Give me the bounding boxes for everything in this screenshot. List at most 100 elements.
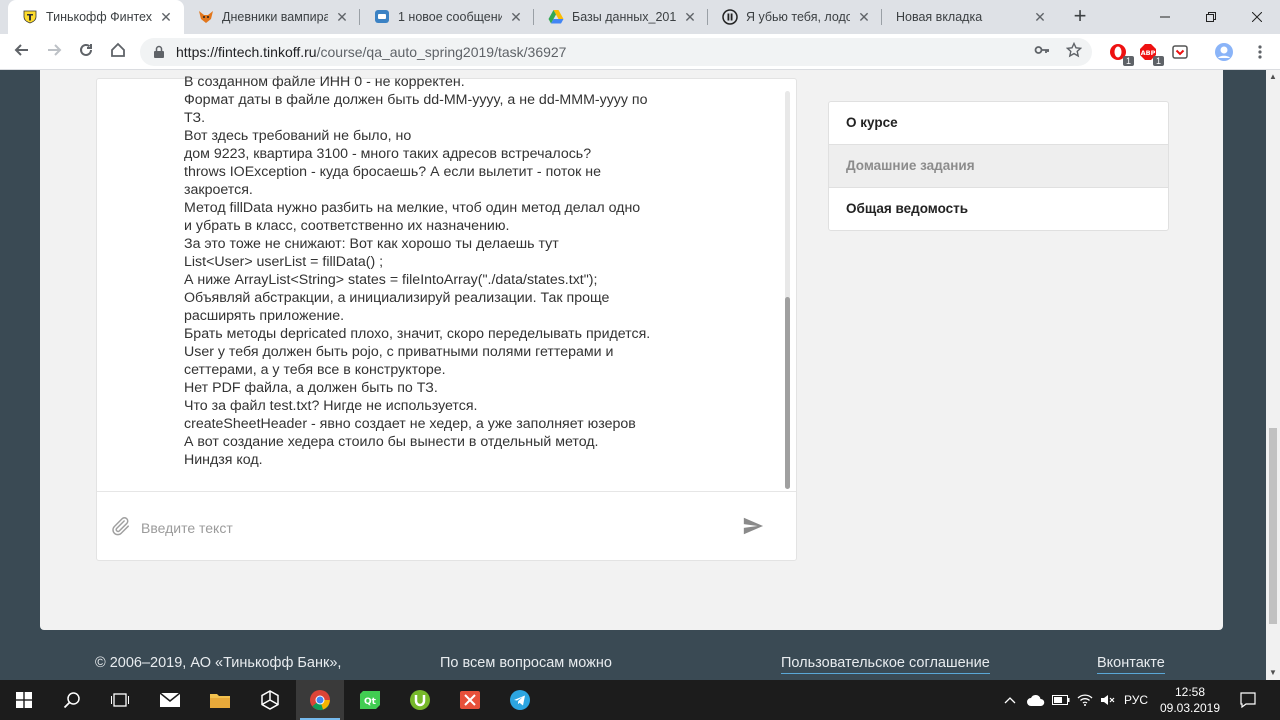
- task-view-icon[interactable]: [96, 680, 144, 720]
- close-tab-icon[interactable]: ✕: [334, 9, 350, 26]
- message-line: Ниндзя код.: [184, 452, 263, 468]
- tab-title: Базы данных_2019 -: [572, 10, 676, 24]
- message-line: дом 9223, квартира 3100 - много таких ад…: [184, 146, 592, 162]
- divider: [97, 491, 796, 492]
- unity-icon[interactable]: [246, 680, 294, 720]
- clock-time: 12:58: [1174, 685, 1206, 699]
- browser-toolbar: https://fintech.tinkoff.ru/course/qa_aut…: [0, 34, 1280, 70]
- footer-questions: По всем вопросам можно: [440, 655, 612, 671]
- footer-link-user-agreement[interactable]: Пользовательское соглашение: [781, 655, 990, 674]
- chat-scrollbar[interactable]: [785, 91, 790, 489]
- new-tab-button[interactable]: +: [1068, 5, 1092, 29]
- opera-extension-icon[interactable]: 1: [1108, 42, 1134, 66]
- close-tab-icon[interactable]: ✕: [856, 9, 872, 26]
- home-button[interactable]: [106, 40, 130, 64]
- send-icon[interactable]: [742, 515, 766, 539]
- menu-item-homework[interactable]: Домашние задания: [829, 145, 1168, 188]
- key-icon[interactable]: [1034, 42, 1050, 62]
- page-scrollbar[interactable]: ▲ ▼: [1266, 70, 1280, 680]
- input-language-indicator[interactable]: РУС: [1120, 680, 1152, 720]
- message-line: расширять приложение.: [184, 308, 345, 324]
- weather-cloud-icon[interactable]: [1024, 680, 1048, 720]
- tray-chevron-up-icon[interactable]: [1000, 680, 1020, 720]
- scroll-down-arrow-icon[interactable]: ▼: [1266, 666, 1280, 680]
- page-footer: © 2006–2019, АО «Тинькофф Банк», По всем…: [0, 655, 1266, 680]
- message-text: В созданном файле ИНН 0 - не корректен. Ф…: [184, 73, 694, 469]
- close-tab-icon[interactable]: ✕: [682, 9, 698, 26]
- notifications-icon[interactable]: [1234, 680, 1262, 720]
- tab-databases[interactable]: Базы данных_2019 - ✕: [534, 0, 708, 34]
- tab-music[interactable]: Я убью тебя, лодоч ✕: [708, 0, 882, 34]
- minimize-button[interactable]: [1142, 0, 1188, 34]
- back-button[interactable]: [10, 40, 34, 64]
- tab-title: 1 новое сообщение: [398, 10, 502, 24]
- search-icon[interactable]: [48, 680, 96, 720]
- close-tab-icon[interactable]: ✕: [1032, 9, 1048, 26]
- restore-button[interactable]: [1188, 0, 1234, 34]
- menu-item-general-sheet[interactable]: Общая ведомость: [829, 188, 1168, 230]
- reload-button[interactable]: [74, 40, 98, 64]
- message-icon: [374, 9, 390, 25]
- extension-badge: 1: [1122, 56, 1134, 66]
- chrome-menu-icon[interactable]: [1250, 42, 1270, 62]
- tab-title: Я убью тебя, лодоч: [746, 10, 850, 24]
- utorrent-icon[interactable]: [396, 680, 444, 720]
- tab-tinkoff-fintech[interactable]: Тинькофф Финтех ✕: [8, 0, 184, 34]
- svg-text:Qt: Qt: [364, 697, 377, 707]
- file-explorer-icon[interactable]: [196, 680, 244, 720]
- clock-date: 09.03.2019: [1159, 701, 1221, 715]
- forward-button[interactable]: [42, 40, 66, 64]
- message-line: Что за файл test.txt? Нигде не используе…: [184, 398, 478, 414]
- message-line: Метод fillData нужно разбить на мелкие, …: [184, 200, 641, 216]
- extension-badge: 1: [1152, 56, 1164, 66]
- lock-icon: [152, 45, 166, 59]
- message-line: List<User> userList = fillData() ;: [184, 254, 384, 270]
- tab-title: Тинькофф Финтех: [46, 10, 152, 24]
- close-window-button[interactable]: [1234, 0, 1280, 34]
- close-tab-icon[interactable]: ✕: [508, 9, 524, 26]
- telegram-icon[interactable]: [496, 680, 544, 720]
- bookmark-star-icon[interactable]: [1065, 41, 1083, 62]
- message-line: А вот создание хедера стоило бы вынести …: [184, 434, 599, 450]
- browser-tab-strip: Тинькофф Финтех ✕ Дневники вампира ✕ 1 н…: [0, 0, 1280, 34]
- address-bar[interactable]: https://fintech.tinkoff.ru/course/qa_aut…: [140, 38, 1092, 66]
- message-line: За это тоже не снижают: Вот как хорошо т…: [184, 236, 559, 252]
- wifi-icon[interactable]: [1074, 680, 1096, 720]
- message-line: Нет PDF файла, а должен быть по ТЗ.: [184, 380, 438, 396]
- tab-new-message[interactable]: 1 новое сообщение ✕: [360, 0, 534, 34]
- volume-muted-icon[interactable]: [1098, 680, 1118, 720]
- page-viewport: В созданном файле ИНН 0 - не корректен. Ф…: [0, 70, 1266, 680]
- message-line: createSheetHeader - явно создает не хеде…: [184, 416, 636, 432]
- taskbar-clock[interactable]: 12:58 09.03.2019: [1150, 684, 1230, 716]
- url-text: https://fintech.tinkoff.ru/course/qa_aut…: [176, 44, 566, 60]
- close-tab-icon[interactable]: ✕: [158, 9, 174, 26]
- chat-scrollbar-thumb[interactable]: [785, 297, 790, 489]
- message-line: User у тебя должен быть pojo, с приватны…: [184, 344, 614, 360]
- course-menu: О курсе Домашние задания Общая ведомость: [828, 101, 1169, 231]
- footer-link-vkontakte[interactable]: Вконтакте: [1097, 655, 1165, 674]
- profile-avatar-icon[interactable]: [1214, 42, 1234, 62]
- windows-start-icon[interactable]: [0, 680, 48, 720]
- pause-icon: [722, 9, 738, 25]
- tab-vampire-diaries[interactable]: Дневники вампира ✕: [184, 0, 360, 34]
- message-line: А ниже ArrayList<String> states = fileIn…: [184, 272, 598, 288]
- paperclip-icon[interactable]: [109, 515, 133, 539]
- battery-icon[interactable]: [1050, 680, 1072, 720]
- tinkoff-icon: [22, 9, 38, 25]
- message-input[interactable]: [139, 513, 723, 543]
- windows-taskbar: Qt РУС 12:58 09.03.2019: [0, 680, 1280, 720]
- chrome-taskbar-icon[interactable]: [296, 680, 344, 720]
- adblock-extension-icon[interactable]: ABP 1: [1138, 42, 1164, 66]
- content-panel: В созданном файле ИНН 0 - не корректен. Ф…: [40, 70, 1223, 630]
- menu-item-about-course[interactable]: О курсе: [829, 102, 1168, 145]
- mail-icon[interactable]: [146, 680, 194, 720]
- page-scrollbar-thumb[interactable]: [1269, 428, 1277, 624]
- pocket-extension-icon[interactable]: [1170, 42, 1190, 62]
- message-line: throws IOException - куда бросаешь? А ес…: [184, 164, 601, 180]
- tab-new-tab[interactable]: Новая вкладка ✕: [882, 0, 1058, 34]
- scroll-up-arrow-icon[interactable]: ▲: [1266, 70, 1280, 84]
- address-bar-actions: [1034, 41, 1083, 62]
- message-line: сеттерами, а у тебя все в конструкторе.: [184, 362, 446, 378]
- qt-creator-icon[interactable]: Qt: [346, 680, 394, 720]
- xmind-icon[interactable]: [446, 680, 494, 720]
